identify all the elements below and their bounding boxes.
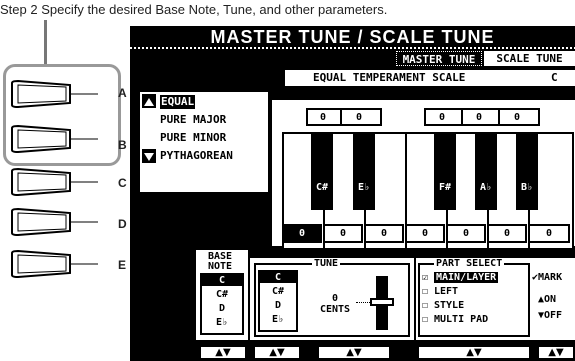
key-label-c-sharp: C# — [315, 182, 329, 193]
scale-list: EQUAL PURE MAJOR PURE MINOR PYTHAGOREAN — [140, 92, 268, 192]
black-offset-row-1: 0 0 — [306, 108, 378, 126]
black-key-a-flat[interactable]: A♭ — [475, 134, 497, 210]
caption: Step 2 Specify the desired Base Note, Tu… — [0, 2, 388, 17]
mark-label: ✔MARK — [532, 272, 563, 283]
base-note-panel: BASE NOTE C C# D E♭ — [196, 250, 248, 340]
base-note-arrow-button[interactable]: ▲▼ — [200, 346, 246, 359]
tune-value: 0 — [331, 293, 339, 304]
white-offset-e[interactable]: 0 — [364, 224, 404, 243]
off-label: ▼OFF — [538, 310, 563, 321]
scroll-down-button[interactable] — [142, 149, 156, 163]
part-checkbox-left[interactable]: ☐ — [422, 286, 428, 297]
base-note-item[interactable]: E♭ — [202, 317, 242, 328]
lcd-screen: MASTER TUNE / SCALE TUNE MASTER TUNE SCA… — [130, 26, 575, 361]
button-label-a: A — [118, 86, 127, 100]
key-label-b-flat: B♭ — [520, 182, 534, 193]
bottom-controls: BASE NOTE C C# D E♭ TUNE C C# D E♭ 0 CEN… — [130, 248, 575, 361]
panel-button-a[interactable] — [10, 79, 100, 109]
offset-c-sharp[interactable]: 0 — [320, 112, 326, 123]
offset-divider — [340, 108, 342, 126]
black-key-b-flat[interactable]: B♭ — [516, 134, 538, 210]
caption-line: Step 2 Specify the desired Base Note, Tu… — [0, 0, 575, 26]
base-note-item[interactable]: C# — [202, 289, 242, 300]
button-label-c: C — [118, 176, 127, 190]
key-label-e-flat: E♭ — [357, 182, 371, 193]
white-offset-a[interactable]: 0 — [487, 224, 527, 243]
on-label: ▲ON — [538, 294, 557, 305]
scale-header: EQUAL TEMPERAMENT SCALE C — [285, 70, 575, 86]
tune-note-item[interactable]: C# — [260, 286, 296, 297]
part-label-main-layer[interactable]: MAIN/LAYER — [434, 272, 499, 283]
panel-button-d[interactable] — [10, 207, 100, 237]
button-label-b: B — [118, 138, 127, 152]
pointer-line — [44, 20, 47, 66]
button-d-shape — [11, 207, 98, 237]
scale-key: C — [551, 71, 558, 84]
offset-a-flat[interactable]: 0 — [476, 112, 482, 123]
panel-button-b[interactable] — [10, 124, 100, 154]
offset-f-sharp[interactable]: 0 — [439, 112, 445, 123]
part-checkbox-style[interactable]: ☐ — [422, 300, 428, 311]
part-label-multi-pad[interactable]: MULTI PAD — [434, 314, 488, 325]
button-e-shape — [11, 249, 98, 279]
black-offset-row-2: 0 0 0 — [424, 108, 536, 126]
up-arrow-icon — [144, 98, 154, 106]
scroll-up-button[interactable] — [142, 94, 156, 108]
white-offset-f[interactable]: 0 — [405, 224, 445, 243]
key-label-f-sharp: F# — [438, 182, 452, 193]
button-b-shape — [11, 124, 98, 154]
tune-title: TUNE — [312, 258, 341, 269]
button-label-d: D — [118, 217, 127, 231]
black-key-c-sharp[interactable]: C# — [311, 134, 333, 210]
tune-slider-guide — [356, 302, 370, 303]
keyboard-tuning-area: 0 0 0 0 0 C D E F G A B C# E♭ F# A♭ B♭ — [272, 100, 575, 254]
key-label-a-flat: A♭ — [479, 182, 493, 193]
tab-master-tune[interactable]: MASTER TUNE — [396, 51, 482, 66]
white-offset-b[interactable]: 0 — [528, 224, 570, 243]
white-offset-g[interactable]: 0 — [446, 224, 486, 243]
part-select-arrow-button[interactable]: ▲▼ — [418, 346, 530, 359]
tune-value-arrow-button[interactable]: ▲▼ — [318, 346, 390, 359]
base-note-selected[interactable]: C — [202, 275, 242, 286]
offset-b-flat[interactable]: 0 — [514, 112, 520, 123]
scale-name: EQUAL TEMPERAMENT SCALE — [313, 71, 466, 84]
tab-scale-tune[interactable]: SCALE TUNE — [484, 51, 575, 66]
tune-note-arrow-button[interactable]: ▲▼ — [254, 346, 300, 359]
panel-button-e[interactable] — [10, 249, 100, 279]
scale-item-pythagorean[interactable]: PYTHAGOREAN — [160, 149, 233, 163]
offset-divider — [461, 108, 463, 126]
tune-unit: CENTS — [319, 304, 351, 315]
part-select-title: PART SELECT — [434, 258, 505, 269]
part-label-left[interactable]: LEFT — [434, 286, 458, 297]
tune-note-selected[interactable]: C — [260, 272, 296, 283]
part-label-style[interactable]: STYLE — [434, 300, 464, 311]
button-label-e: E — [118, 258, 127, 272]
white-offset-d[interactable]: 0 — [323, 224, 363, 243]
base-note-title-2: NOTE — [208, 261, 233, 272]
screen-title: MASTER TUNE / SCALE TUNE — [210, 27, 495, 47]
mark-arrow-button[interactable]: ▲▼ — [538, 346, 574, 359]
button-a-shape — [11, 79, 98, 109]
scale-item-pure-minor[interactable]: PURE MINOR — [160, 131, 226, 145]
part-checkbox-main-layer[interactable]: ☑ — [422, 272, 428, 283]
scale-item-equal[interactable]: EQUAL — [160, 95, 196, 109]
offset-divider — [498, 108, 500, 126]
down-arrow-icon — [144, 153, 154, 161]
black-key-e-flat[interactable]: E♭ — [353, 134, 375, 210]
base-note-item[interactable]: D — [202, 303, 242, 314]
part-checkbox-multi-pad[interactable]: ☐ — [422, 314, 428, 325]
button-c-shape — [11, 167, 98, 197]
tune-note-item[interactable]: E♭ — [260, 314, 296, 325]
part-select-panel: PART SELECT ☑ MAIN/LAYER ☐ LEFT ☐ STYLE … — [416, 258, 575, 340]
scale-item-pure-major[interactable]: PURE MAJOR — [160, 113, 226, 127]
panel-button-c[interactable] — [10, 167, 100, 197]
black-key-f-sharp[interactable]: F# — [434, 134, 456, 210]
tune-panel: TUNE C C# D E♭ 0 CENTS — [250, 258, 414, 340]
tune-note-item[interactable]: D — [260, 300, 296, 311]
tune-slider-handle[interactable] — [370, 298, 394, 306]
offset-e-flat[interactable]: 0 — [356, 112, 362, 123]
white-offset-c[interactable]: 0 — [282, 224, 322, 243]
title-dotted-rule — [130, 47, 575, 49]
